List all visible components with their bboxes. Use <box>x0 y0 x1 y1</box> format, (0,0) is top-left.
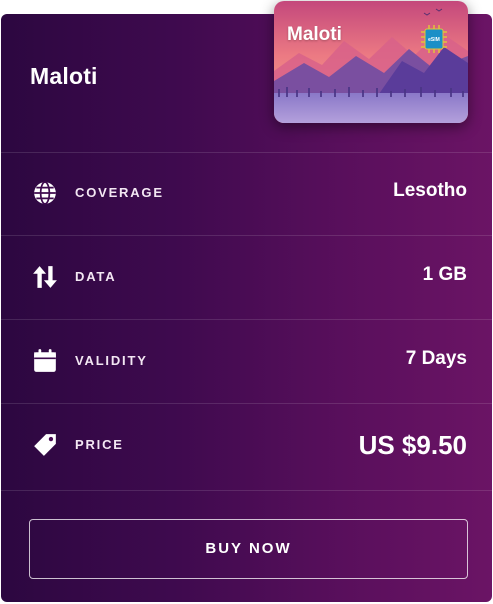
esim-chip-label: eSIM <box>428 37 440 43</box>
price-value: US $9.50 <box>358 430 467 460</box>
coverage-label: COVERAGE <box>75 185 164 200</box>
data-label: DATA <box>75 269 117 284</box>
card-header: Maloti Maloti eSIM <box>1 1 492 153</box>
plan-title: Maloti <box>30 63 98 89</box>
up-down-arrows-icon <box>33 266 57 288</box>
validity-value: 7 Days <box>405 348 467 369</box>
coverage-value: Lesotho <box>393 180 467 201</box>
sim-card-image: Maloti eSIM <box>274 1 468 123</box>
price-row: PRICE US $9.50 <box>1 404 492 491</box>
esim-chip-icon: eSIM <box>421 25 447 53</box>
buy-now-button[interactable]: BUY NOW <box>29 519 468 579</box>
sim-card-name: Maloti <box>287 24 342 45</box>
calendar-icon <box>34 349 56 372</box>
data-value: 1 GB <box>422 264 467 285</box>
price-label: PRICE <box>75 437 124 452</box>
globe-icon <box>34 181 56 205</box>
validity-label: VALIDITY <box>75 353 148 368</box>
mountain-landscape-illustration <box>274 1 468 123</box>
coverage-row: COVERAGE Lesotho <box>1 152 492 236</box>
validity-row: VALIDITY 7 Days <box>1 320 492 404</box>
price-tag-icon <box>34 434 56 456</box>
esim-plan-card: Maloti Maloti eSIM COVERAGE Lesotho DATA… <box>1 1 492 602</box>
data-row: DATA 1 GB <box>1 236 492 320</box>
